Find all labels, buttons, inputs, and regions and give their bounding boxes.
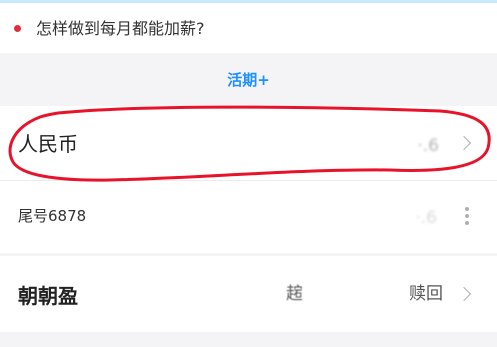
account-label-tail: 尾号6878 xyxy=(18,207,87,225)
more-vertical-icon[interactable] xyxy=(465,207,469,229)
notice-bar[interactable]: 怎样做到每月都能加薪? xyxy=(0,3,497,53)
product-banner[interactable]: 活期+ xyxy=(0,53,497,106)
notice-text[interactable]: 怎样做到每月都能加薪? xyxy=(36,17,205,41)
account-row-zhaozhaoying[interactable]: 朝朝盈 趤 赎回 xyxy=(0,256,497,332)
chevron-right-icon[interactable] xyxy=(456,135,472,151)
account-label-zhaozhaoying: 朝朝盈 xyxy=(18,284,78,308)
chevron-right-icon[interactable] xyxy=(456,286,472,302)
account-label-rmb: 人民币 xyxy=(18,132,78,156)
redeem-link[interactable]: 赎回 xyxy=(409,282,443,306)
notice-dot-icon xyxy=(14,25,21,32)
account-balance-rmb: ·.6 xyxy=(417,136,439,156)
zhaozhaoying-middle-text: 趤 xyxy=(286,284,303,304)
banner-title[interactable]: 活期+ xyxy=(0,69,497,91)
account-row-tail[interactable]: 尾号6878 ·.6 xyxy=(0,180,497,253)
account-balance-tail: ·.6 xyxy=(415,208,437,228)
account-row-rmb[interactable]: 人民币 ·.6 xyxy=(0,106,497,180)
